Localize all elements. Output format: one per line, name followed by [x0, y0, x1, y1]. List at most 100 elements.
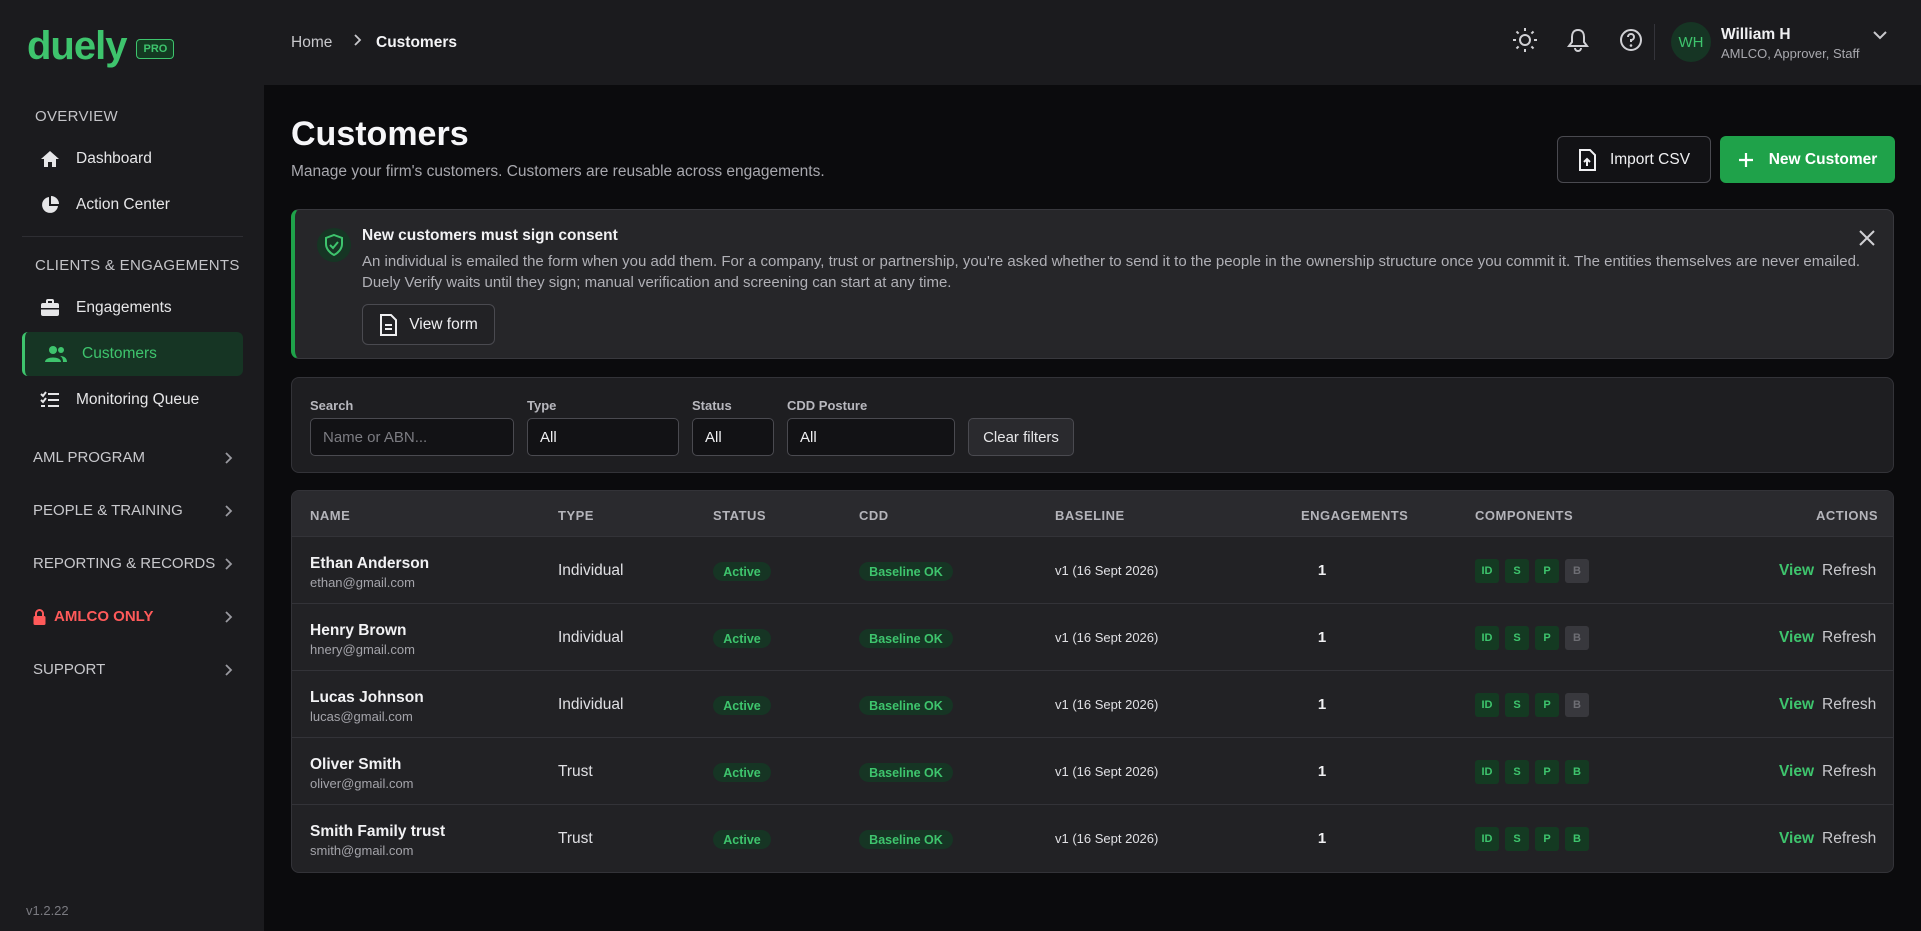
sidebar-item-action-center[interactable]: Action Center — [22, 183, 243, 227]
sidebar-item-customers[interactable]: Customers — [22, 332, 243, 376]
component-id-badge: ID — [1475, 626, 1499, 650]
view-form-label: View form — [409, 315, 478, 333]
cdd-badge: Baseline OK — [859, 562, 953, 581]
customer-name: Ethan Anderson — [310, 555, 430, 572]
notifications-bell-icon[interactable] — [1563, 25, 1593, 55]
customer-name: Oliver Smith — [310, 756, 402, 773]
sidebar-group-people-training[interactable]: PEOPLE & TRAINING — [33, 502, 233, 519]
pie-chart-icon — [39, 194, 61, 216]
customer-name: Smith Family trust — [310, 823, 446, 840]
customer-name: Henry Brown — [310, 622, 407, 639]
theme-toggle-sun-icon[interactable] — [1510, 25, 1540, 55]
user-name[interactable]: William H — [1721, 26, 1791, 44]
shield-check-icon — [317, 228, 351, 262]
chevron-right-icon — [223, 557, 233, 570]
consent-banner: New customers must sign consent An indiv… — [291, 209, 1894, 359]
sidebar-group-amlco-only[interactable]: AMLCO ONLY — [33, 608, 233, 625]
view-link[interactable]: View — [1779, 562, 1814, 580]
component-s-badge: S — [1505, 760, 1529, 784]
type-filter-label: Type — [527, 398, 557, 413]
view-link[interactable]: View — [1779, 763, 1814, 781]
briefcase-icon — [39, 297, 61, 319]
component-p-badge: P — [1535, 626, 1559, 650]
lock-icon — [33, 608, 46, 625]
breadcrumb-home[interactable]: Home — [291, 34, 332, 52]
table-row[interactable]: Smith Family trust smith@gmail.com Trust… — [292, 804, 1893, 871]
view-link[interactable]: View — [1779, 830, 1814, 848]
sidebar: duely PRO OVERVIEW Dashboard Action Cent… — [0, 0, 264, 931]
status-badge: Active — [713, 830, 771, 849]
component-id-badge: ID — [1475, 760, 1499, 784]
pro-badge: PRO — [136, 39, 175, 59]
table-row[interactable]: Henry Brown hnery@gmail.com Individual A… — [292, 603, 1893, 670]
table-header: NAME TYPE STATUS CDD BASELINE ENGAGEMENT… — [292, 491, 1893, 536]
component-s-badge: S — [1505, 559, 1529, 583]
sidebar-item-monitoring-queue[interactable]: Monitoring Queue — [22, 378, 243, 422]
import-csv-button[interactable]: Import CSV — [1557, 136, 1711, 183]
refresh-link[interactable]: Refresh — [1822, 696, 1876, 714]
refresh-link[interactable]: Refresh — [1822, 830, 1876, 848]
status-badge: Active — [713, 763, 771, 782]
close-icon[interactable] — [1853, 224, 1881, 252]
user-role: AMLCO, Approver, Staff — [1721, 46, 1860, 61]
col-cdd: CDD — [859, 508, 889, 523]
page-title: Customers — [291, 115, 469, 153]
sidebar-group-aml-program[interactable]: AML PROGRAM — [33, 449, 233, 466]
engagements-count: 1 — [1317, 696, 1327, 713]
customer-name: Lucas Johnson — [310, 689, 424, 706]
breadcrumb-current: Customers — [376, 34, 457, 51]
sidebar-item-dashboard[interactable]: Dashboard — [22, 137, 243, 181]
customer-type: Individual — [558, 696, 624, 713]
cdd-filter-select[interactable]: All — [787, 418, 955, 456]
group-label: AML PROGRAM — [33, 449, 145, 466]
col-baseline: BASELINE — [1055, 508, 1125, 523]
new-customer-button[interactable]: New Customer — [1720, 136, 1895, 183]
users-icon — [45, 343, 67, 365]
cdd-badge: Baseline OK — [859, 830, 953, 849]
customer-type: Trust — [558, 763, 593, 780]
status-filter-label: Status — [692, 398, 732, 413]
help-icon[interactable] — [1616, 25, 1646, 55]
component-b-badge: B — [1565, 626, 1589, 650]
col-name: NAME — [310, 508, 351, 523]
table-row[interactable]: Oliver Smith oliver@gmail.com Trust Acti… — [292, 737, 1893, 804]
search-label: Search — [310, 398, 354, 413]
view-link[interactable]: View — [1779, 629, 1814, 647]
table-row[interactable]: Ethan Anderson ethan@gmail.com Individua… — [292, 536, 1893, 603]
view-form-button[interactable]: View form — [362, 304, 495, 345]
component-s-badge: S — [1505, 693, 1529, 717]
refresh-link[interactable]: Refresh — [1822, 562, 1876, 580]
refresh-link[interactable]: Refresh — [1822, 763, 1876, 781]
user-separator — [1654, 24, 1655, 60]
customer-email: lucas@gmail.com — [310, 709, 413, 724]
sidebar-group-reporting-records[interactable]: REPORTING & RECORDS — [33, 555, 233, 572]
chevron-right-icon — [223, 504, 233, 517]
component-p-badge: P — [1535, 559, 1559, 583]
clear-filters-button[interactable]: Clear filters — [968, 418, 1074, 456]
status-filter-select[interactable]: All — [692, 418, 774, 456]
component-p-badge: P — [1535, 827, 1559, 851]
chevron-right-icon — [223, 610, 233, 623]
view-link[interactable]: View — [1779, 696, 1814, 714]
breadcrumb-separator-icon — [352, 33, 362, 47]
sidebar-item-label: Monitoring Queue — [76, 391, 200, 408]
refresh-link[interactable]: Refresh — [1822, 629, 1876, 647]
engagements-count: 1 — [1317, 562, 1327, 579]
component-s-badge: S — [1505, 827, 1529, 851]
type-filter-select[interactable]: All — [527, 418, 679, 456]
search-input[interactable]: Name or ABN... — [310, 418, 514, 456]
component-b-badge: B — [1565, 693, 1589, 717]
table-row[interactable]: Lucas Johnson lucas@gmail.com Individual… — [292, 670, 1893, 737]
logo[interactable]: duely PRO — [27, 24, 175, 68]
chevron-down-icon[interactable] — [1872, 30, 1888, 40]
new-customer-label: New Customer — [1768, 150, 1878, 168]
filter-bar: Search Name or ABN... Type All Status Al… — [291, 377, 1894, 473]
customer-email: ethan@gmail.com — [310, 575, 415, 590]
group-label: AMLCO ONLY — [54, 608, 154, 625]
component-s-badge: S — [1505, 626, 1529, 650]
component-b-badge: B — [1565, 760, 1589, 784]
import-csv-label: Import CSV — [1609, 150, 1691, 168]
avatar[interactable]: WH — [1671, 22, 1711, 62]
sidebar-group-support[interactable]: SUPPORT — [33, 661, 233, 678]
sidebar-item-engagements[interactable]: Engagements — [22, 286, 243, 330]
